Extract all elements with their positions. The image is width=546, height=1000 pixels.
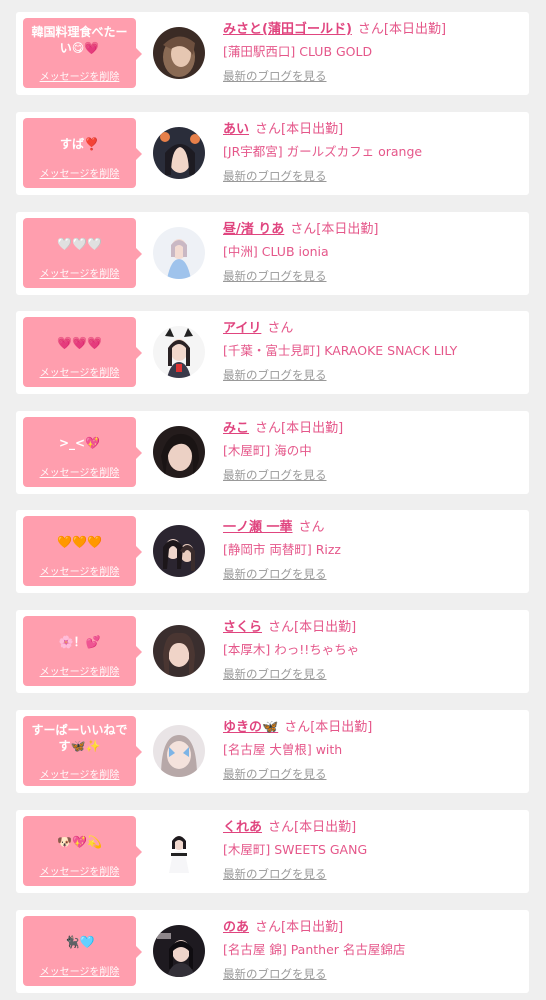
cast-status: さん[本日出勤] [290,222,379,237]
avatar[interactable] [153,925,205,977]
shop-label: [木屋町] 海の中 [223,443,312,458]
shop-label: [蒲田駅西口] CLUB GOLD [223,44,373,59]
message-bubble: 🐶💖💫 メッセージを削除 [23,816,142,886]
avatar[interactable] [153,625,205,677]
message-bubble: 🌸！💕 メッセージを削除 [23,616,142,686]
shop-label: [JR宇都宮] ガールズカフェ orange [223,144,423,159]
message-text: 🌸！💕 [58,635,101,649]
cast-name-link[interactable]: 昼/渚 りあ [223,222,284,237]
cast-status: さん [267,321,294,336]
message-text: 🐶💖💫 [57,835,102,849]
latest-blog-link[interactable]: 最新のブログを見る [223,269,521,283]
list-item: すーぱーいいねです🦋✨ メッセージを削除 ゆきの🦋 さん[本日出勤] [名古屋 大… [16,710,529,793]
message-bubble: 🐈‍⬛🩵 メッセージを削除 [23,916,142,986]
avatar[interactable] [153,227,205,279]
cast-name-link[interactable]: さくら [223,620,262,635]
shop-label: [名古屋 錦] Panther 名古屋錦店 [223,942,406,957]
message-bubble: 🤍🤍🤍 メッセージを削除 [23,218,142,288]
message-bubble: >_<💖 メッセージを削除 [23,417,142,487]
list-item: 🤍🤍🤍 メッセージを削除 昼/渚 りあ さん[本日出勤] [中洲] CLUB io… [16,212,529,295]
list-item: 💗💗💗 メッセージを削除 アイリ さん [千葉・富士見町] KARAOKE SNA… [16,311,529,394]
latest-blog-link[interactable]: 最新のブログを見る [223,867,521,881]
cast-name-link[interactable]: ゆきの🦋 [223,720,278,735]
latest-blog-link[interactable]: 最新のブログを見る [223,69,521,83]
message-bubble: 🧡🧡🧡 メッセージを削除 [23,516,142,586]
cast-status: さん[本日出勤] [357,22,447,37]
cast-status: さん[本日出勤] [268,620,357,635]
list-item: 🐶💖💫 メッセージを削除 くれあ さん[本日出勤] [木屋町] SWEETS GA… [16,810,529,893]
latest-blog-link[interactable]: 最新のブログを見る [223,567,521,581]
cast-status: さん [298,520,325,535]
message-bubble: 💗💗💗 メッセージを削除 [23,317,142,387]
cast-status: さん[本日出勤] [268,820,357,835]
liked-message-list: 韓国料理食べたーい😋💗 メッセージを削除 みさと(蒲田ゴールド) さん[本日出勤]… [0,0,546,1000]
message-text: 💗💗💗 [57,336,102,350]
cast-status: さん[本日出勤] [255,920,344,935]
cast-status: さん[本日出勤] [255,421,344,436]
cast-name-link[interactable]: みこ [223,421,249,436]
message-bubble: 韓国料理食べたーい😋💗 メッセージを削除 [23,18,142,88]
cast-name-link[interactable]: 一ノ瀬 一華 [223,520,293,535]
message-text: 韓国料理食べたーい😋💗 [31,25,128,55]
avatar[interactable] [153,426,205,478]
shop-label: [本厚木] わっ!!ちゃちゃ [223,642,360,657]
message-text: すば❣️ [60,137,99,151]
delete-message-link[interactable]: メッセージを削除 [23,667,136,679]
message-bubble: すーぱーいいねです🦋✨ メッセージを削除 [23,716,142,786]
shop-label: [千葉・富士見町] KARAOKE SNACK LILY [223,343,458,358]
delete-message-link[interactable]: メッセージを削除 [23,72,136,84]
latest-blog-link[interactable]: 最新のブログを見る [223,667,521,681]
cast-name-link[interactable]: あい [223,122,249,137]
list-item: すば❣️ メッセージを削除 あい さん[本日出勤] [JR宇都宮] ガールズカフェ… [16,112,529,195]
delete-message-link[interactable]: メッセージを削除 [23,368,136,380]
delete-message-link[interactable]: メッセージを削除 [23,867,136,879]
shop-label: [木屋町] SWEETS GANG [223,842,368,857]
delete-message-link[interactable]: メッセージを削除 [23,269,136,281]
shop-label: [中洲] CLUB ionia [223,244,329,259]
delete-message-link[interactable]: メッセージを削除 [23,169,136,181]
avatar[interactable] [153,525,205,577]
message-bubble: すば❣️ メッセージを削除 [23,118,142,188]
message-text: >_<💖 [58,436,101,450]
shop-label: [名古屋 大曽根] with [223,742,343,757]
avatar[interactable] [153,825,205,877]
latest-blog-link[interactable]: 最新のブログを見る [223,368,521,382]
cast-status: さん[本日出勤] [284,720,373,735]
list-item: 🧡🧡🧡 メッセージを削除 一ノ瀬 一華 さん [静岡市 両替町] Rizz 最新の… [16,510,529,593]
delete-message-link[interactable]: メッセージを削除 [23,567,136,579]
avatar[interactable] [153,725,205,777]
cast-name-link[interactable]: みさと(蒲田ゴールド) [223,22,352,37]
list-item: >_<💖 メッセージを削除 みこ さん[本日出勤] [木屋町] 海の中 最新のブロ… [16,411,529,494]
delete-message-link[interactable]: メッセージを削除 [23,967,136,979]
latest-blog-link[interactable]: 最新のブログを見る [223,468,521,482]
message-text: 🧡🧡🧡 [57,535,102,549]
delete-message-link[interactable]: メッセージを削除 [23,770,136,782]
avatar[interactable] [153,127,205,179]
cast-name-link[interactable]: のあ [223,920,249,935]
cast-status: さん[本日出勤] [255,122,344,137]
shop-label: [静岡市 両替町] Rizz [223,542,341,557]
delete-message-link[interactable]: メッセージを削除 [23,468,136,480]
message-text: 🤍🤍🤍 [57,237,102,251]
latest-blog-link[interactable]: 最新のブログを見る [223,967,521,981]
cast-name-link[interactable]: くれあ [223,820,262,835]
list-item: 韓国料理食べたーい😋💗 メッセージを削除 みさと(蒲田ゴールド) さん[本日出勤]… [16,12,529,95]
latest-blog-link[interactable]: 最新のブログを見る [223,169,521,183]
cast-name-link[interactable]: アイリ [223,321,261,336]
latest-blog-link[interactable]: 最新のブログを見る [223,767,521,781]
avatar[interactable] [153,27,205,79]
avatar[interactable] [153,326,205,378]
list-item: 🐈‍⬛🩵 メッセージを削除 のあ さん[本日出勤] [名古屋 錦] Panther… [16,910,529,993]
message-text: すーぱーいいねです🦋✨ [31,723,128,753]
list-item: 🌸！💕 メッセージを削除 さくら さん[本日出勤] [本厚木] わっ!!ちゃちゃ … [16,610,529,693]
message-text: 🐈‍⬛🩵 [64,935,95,949]
